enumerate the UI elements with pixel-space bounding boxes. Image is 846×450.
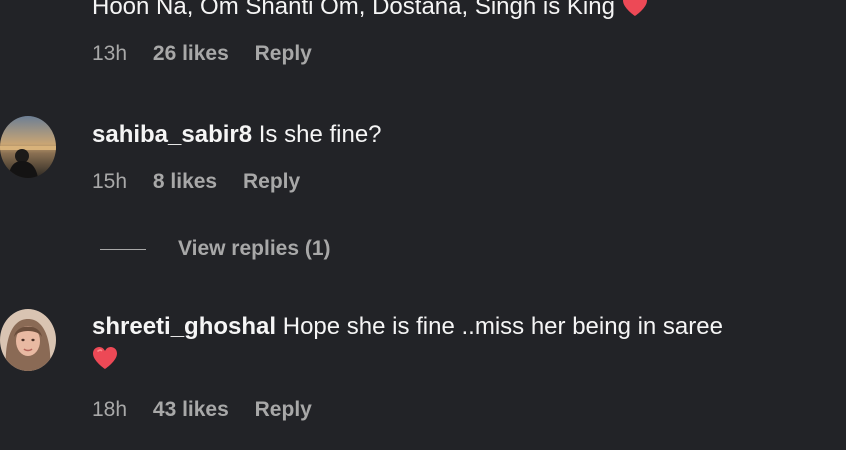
divider-line (100, 248, 146, 250)
comment-text: Is she fine? (258, 121, 382, 148)
comment-text: Hope she is fine ..miss her being in sar… (282, 313, 723, 340)
view-replies-label: View replies (1) (178, 237, 331, 260)
comment-2-meta: 15h 8 likes Reply (92, 169, 320, 195)
comment-3-meta: 18h 43 likes Reply (92, 397, 332, 423)
avatar[interactable] (0, 116, 56, 178)
likes-count[interactable]: 43 likes (153, 397, 229, 423)
view-replies-button[interactable]: View replies (1) (100, 234, 331, 264)
comment-3-text-line-2 (92, 345, 118, 378)
comment-text: Hoon Na, Om Shanti Om, Dostana, Singh is… (92, 0, 615, 20)
likes-count[interactable]: 26 likes (153, 41, 229, 67)
comment-time: 15h (92, 170, 128, 193)
reply-button[interactable]: Reply (243, 169, 300, 195)
heart-emoji-icon (622, 0, 648, 25)
comment-1-meta: 13h 26 likes Reply (92, 41, 332, 67)
comment-1-text-line: Hoon Na, Om Shanti Om, Dostana, Singh is… (92, 0, 648, 25)
comment-3-text-line: shreeti_ghoshal Hope she is fine ..miss … (92, 312, 723, 342)
comment-2-text-line: sahiba_sabir8 Is she fine? (92, 120, 382, 150)
reply-button[interactable]: Reply (255, 41, 312, 67)
avatar[interactable] (0, 309, 56, 371)
username-link[interactable]: shreeti_ghoshal (92, 313, 276, 340)
heart-emoji-icon (92, 346, 118, 378)
comment-time: 13h (92, 42, 128, 65)
likes-count[interactable]: 8 likes (153, 169, 217, 195)
username-link[interactable]: sahiba_sabir8 (92, 121, 252, 148)
comment-time: 18h (92, 398, 128, 421)
reply-button[interactable]: Reply (255, 397, 312, 423)
